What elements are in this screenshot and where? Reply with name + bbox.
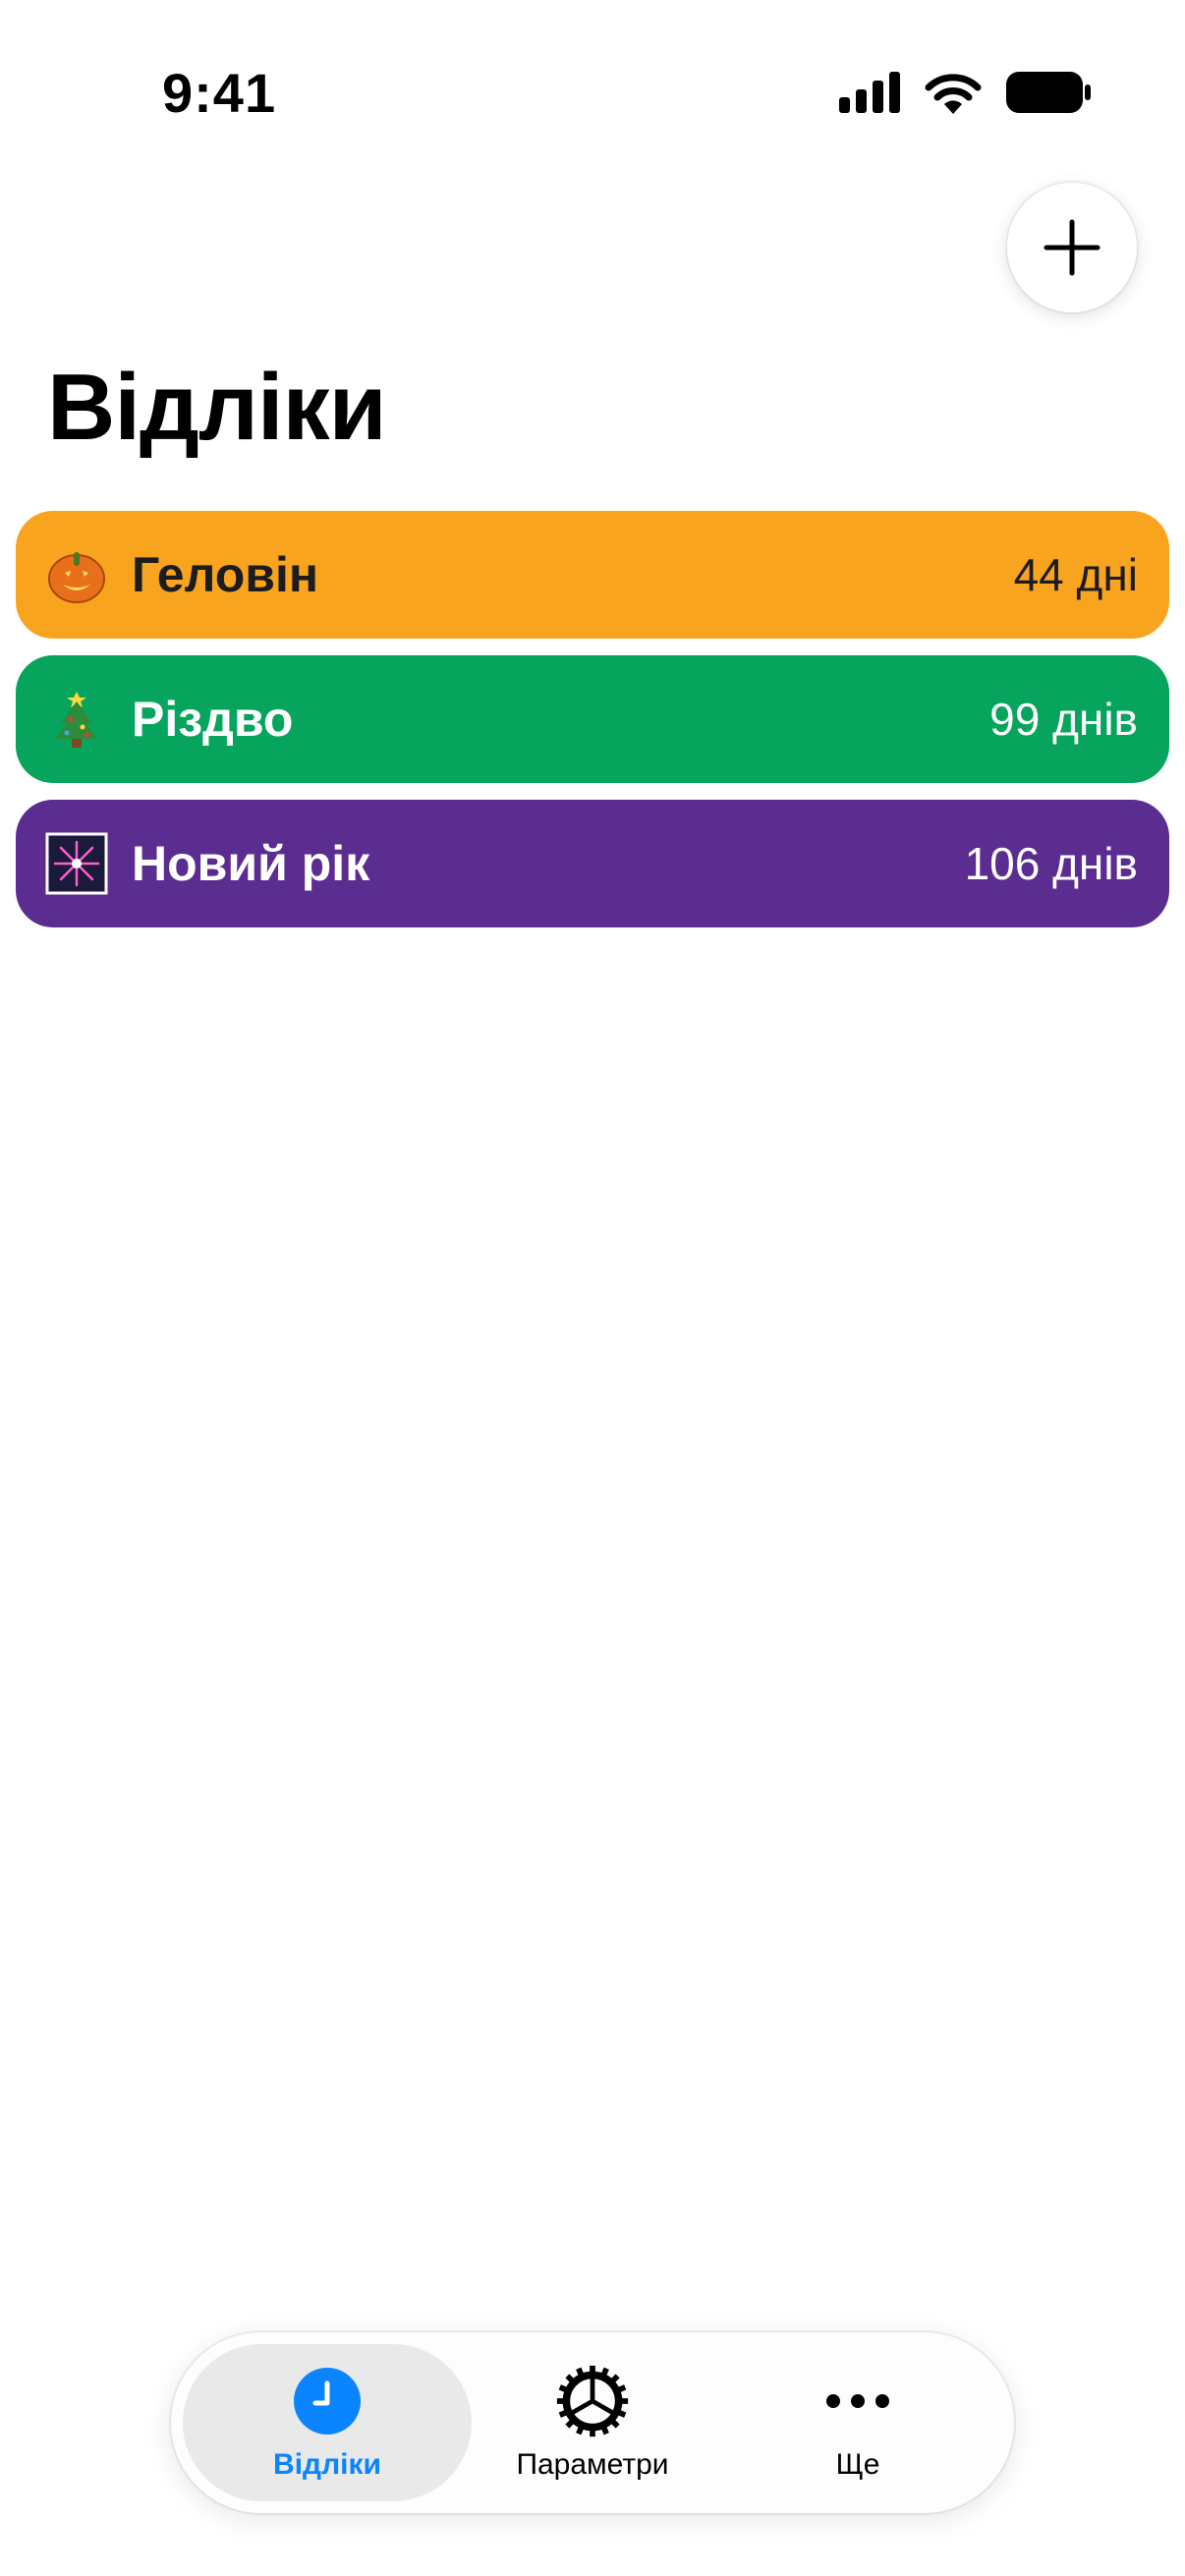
countdown-row-christmas[interactable]: Різдво 99 днів [16,655,1169,783]
pumpkin-icon [45,543,108,606]
tab-settings[interactable]: Параметри [448,2344,737,2501]
countdown-name: Новий рік [132,836,370,891]
countdown-row-new-year[interactable]: Новий рік 106 днів [16,800,1169,927]
clock-icon [290,2364,365,2438]
cellular-signal-icon [839,72,900,113]
status-icons [839,71,1091,114]
plus-icon [1044,219,1100,276]
ellipsis-icon [820,2364,895,2438]
tab-countdowns[interactable]: Відліки [183,2344,472,2501]
countdown-row-halloween[interactable]: Геловін 44 дні [16,511,1169,639]
battery-icon [1006,72,1091,113]
tab-more[interactable]: Ще [713,2344,1002,2501]
countdown-name: Геловін [132,547,319,602]
tab-bar: Відліки Параметри Ще [171,2332,1014,2513]
tab-label: Відліки [273,2448,381,2481]
status-time: 9:41 [162,62,277,124]
tab-label: Ще [835,2448,880,2481]
add-countdown-button[interactable] [1007,183,1137,312]
countdown-days: 106 днів [964,838,1138,889]
wifi-icon [925,74,982,114]
countdown-days: 99 днів [989,694,1138,745]
status-bar: 9:41 [0,0,1185,187]
countdown-name: Різдво [132,692,294,747]
gear-icon [555,2364,630,2438]
countdown-days: 44 дні [1013,549,1138,600]
fireworks-icon [45,832,108,895]
page-title: Відліки [47,355,387,460]
christmas-tree-icon [45,688,108,751]
tab-label: Параметри [516,2448,669,2481]
countdown-list: Геловін 44 дні Різдво 99 днів Новий рік … [16,511,1169,944]
